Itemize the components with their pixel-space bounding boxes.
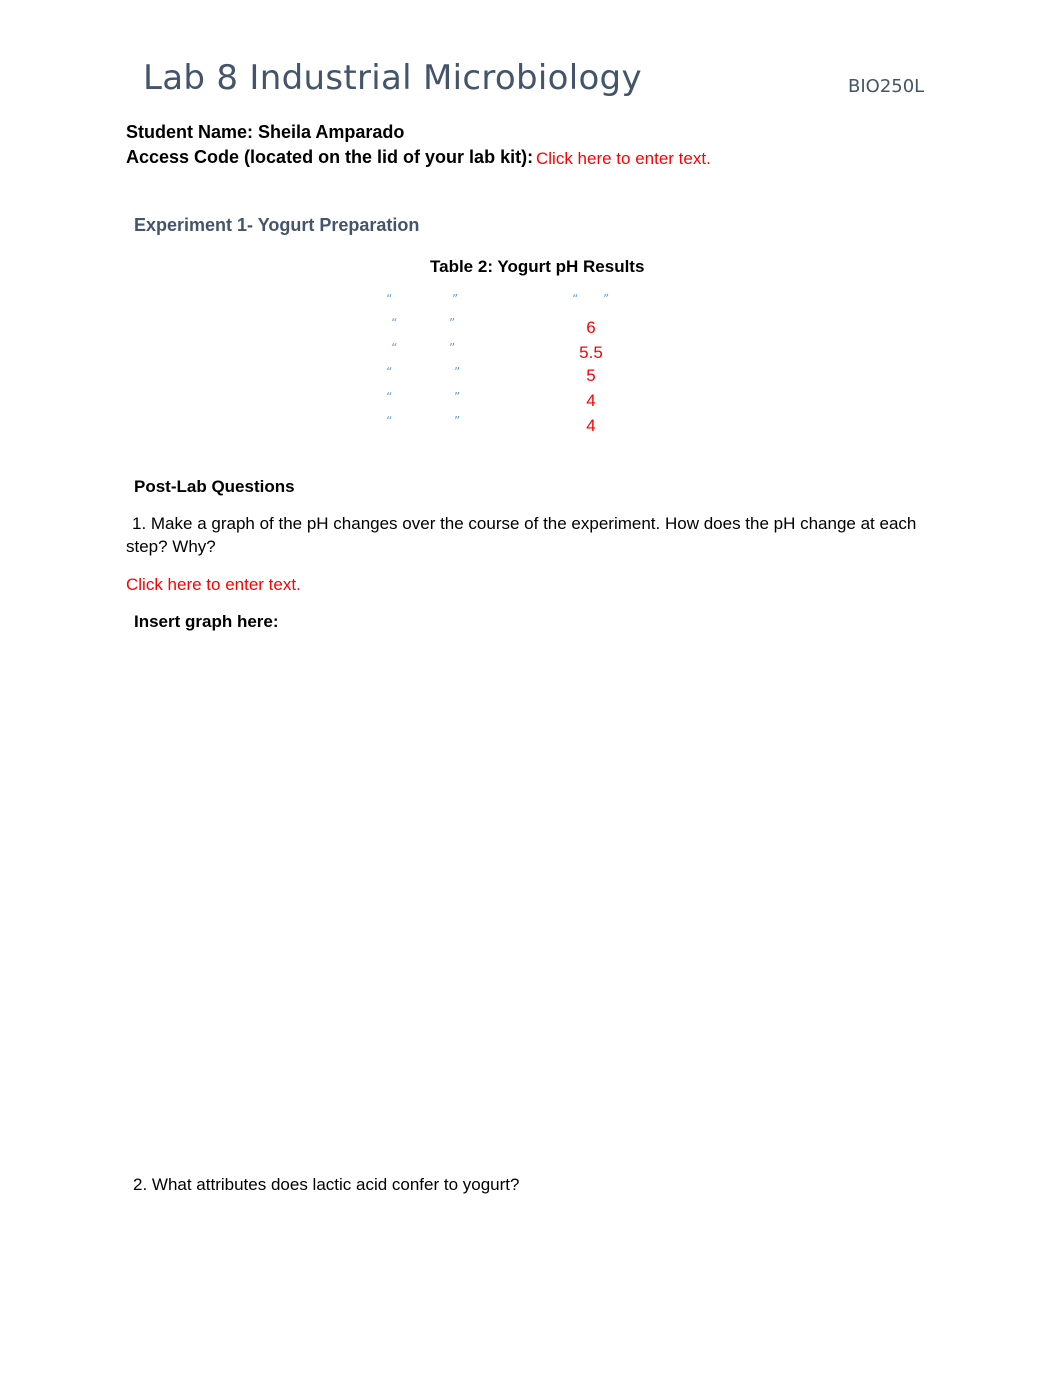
question-1-line-2: step? Why? <box>126 537 216 556</box>
question-1-line-1: 1. Make a graph of the pH changes over t… <box>132 514 917 533</box>
row-label-open-placeholder[interactable]: “ <box>391 316 397 330</box>
question-2: 2. What attributes does lactic acid conf… <box>133 1175 520 1194</box>
graph-area[interactable] <box>126 640 936 1160</box>
header-col2-close-placeholder[interactable]: ” <box>603 292 609 306</box>
ph-value[interactable]: 4 <box>561 416 621 436</box>
page-title: Lab 8 Industrial Microbiology <box>143 58 642 98</box>
ph-value[interactable]: 4 <box>561 391 621 411</box>
row-label-close-placeholder[interactable]: ” <box>449 341 455 355</box>
header-col1-close-placeholder[interactable]: ” <box>452 292 458 306</box>
table-title: Table 2: Yogurt pH Results <box>430 257 645 276</box>
row-label-close-placeholder[interactable]: ” <box>454 390 460 404</box>
row-label-open-placeholder[interactable]: “ <box>391 341 397 355</box>
experiment-heading: Experiment 1- Yogurt Preparation <box>134 215 420 235</box>
header-col1-open-placeholder[interactable]: “ <box>386 292 392 306</box>
ph-value[interactable]: 5.5 <box>561 343 621 363</box>
row-label-open-placeholder[interactable]: “ <box>386 365 392 379</box>
ph-value[interactable]: 5 <box>561 366 621 386</box>
header-col2-open-placeholder[interactable]: “ <box>572 292 578 306</box>
row-label-open-placeholder[interactable]: “ <box>386 390 392 404</box>
question-1-answer-field[interactable]: Click here to enter text. <box>126 575 301 595</box>
row-label-close-placeholder[interactable]: ” <box>454 365 460 379</box>
row-label-close-placeholder[interactable]: ” <box>454 414 460 428</box>
access-code-field[interactable]: Click here to enter text. <box>536 149 711 169</box>
row-label-open-placeholder[interactable]: “ <box>386 414 392 428</box>
student-name-label: Student Name: Sheila Amparado <box>126 122 405 142</box>
row-label-close-placeholder[interactable]: ” <box>449 316 455 330</box>
post-lab-heading: Post-Lab Questions <box>134 477 295 496</box>
course-code: BIO250L <box>848 76 925 97</box>
ph-value[interactable]: 6 <box>561 318 621 338</box>
access-code-label: Access Code (located on the lid of your … <box>126 147 534 167</box>
insert-graph-label: Insert graph here: <box>134 612 279 631</box>
